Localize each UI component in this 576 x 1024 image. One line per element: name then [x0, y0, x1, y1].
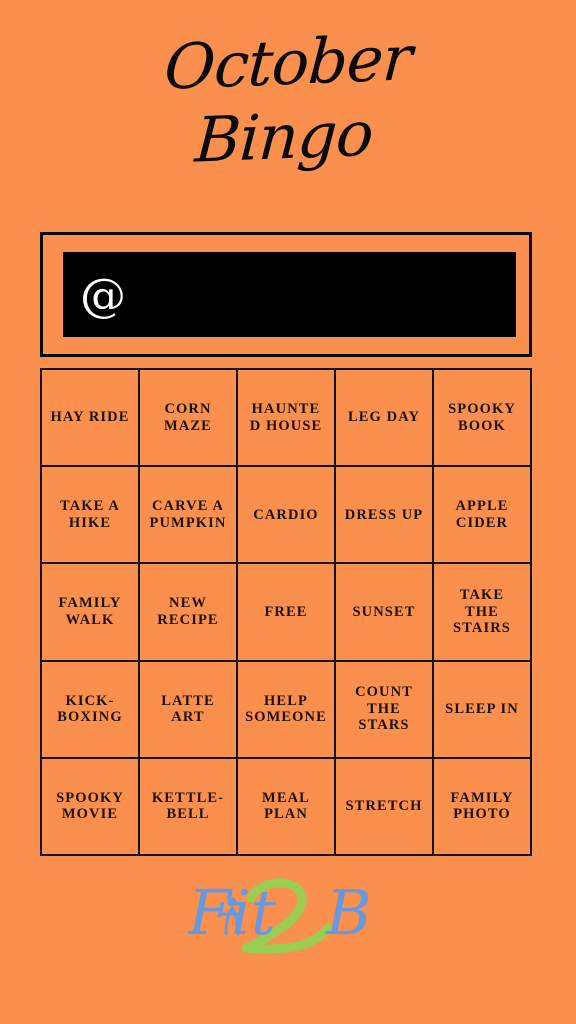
bingo-cell[interactable]: KICK- BOXING — [42, 661, 140, 759]
bingo-cell-label: SPOOKY MOVIE — [56, 789, 124, 823]
at-icon: @ — [80, 268, 126, 322]
bingo-cell[interactable]: HAUNTE D HOUSE — [238, 370, 336, 468]
bingo-cell[interactable]: LATTE ART — [140, 661, 238, 759]
title-line-bingo: Bingo — [192, 96, 376, 177]
bingo-cell[interactable]: LEG DAY — [336, 370, 434, 468]
brand-logo-fit2b: Fit B — [188, 872, 388, 958]
bingo-cell-label: HELP SOMEONE — [245, 692, 327, 726]
bingo-cell[interactable]: FAMILY PHOTO — [434, 758, 532, 856]
bingo-cell[interactable]: APPLE CIDER — [434, 467, 532, 565]
bingo-cell-label: FREE — [264, 603, 308, 620]
bingo-cell[interactable]: SPOOKY MOVIE — [42, 758, 140, 856]
bingo-cell[interactable]: FAMILY WALK — [42, 564, 140, 662]
bingo-cell[interactable]: HAY RIDE — [42, 370, 140, 468]
bingo-cell[interactable]: KETTLE- BELL — [140, 758, 238, 856]
title-line-october: October — [162, 21, 414, 104]
handle-input-value[interactable] — [140, 268, 500, 322]
bingo-cell-label: COUNT THE STARS — [355, 684, 413, 734]
bingo-cell[interactable]: CORN MAZE — [140, 370, 238, 468]
bingo-cell-label: APPLE CIDER — [455, 498, 509, 531]
bingo-grid: HAY RIDE CORN MAZE HAUNTE D HOUSE LEG DAY SP… — [40, 368, 532, 856]
bingo-cell-label: DRESS UP — [344, 506, 424, 523]
bingo-cell-label: SLEEP IN — [445, 700, 519, 717]
bingo-cell[interactable]: MEAL PLAN — [238, 758, 336, 856]
bingo-cell-label: TAKE THE STAIRS — [453, 587, 511, 637]
bingo-cell-label: CARVE A PUMPKIN — [149, 498, 227, 531]
page-title: October Bingo — [0, 21, 576, 177]
bingo-cell-label: STRETCH — [345, 798, 423, 815]
bingo-cell[interactable]: TAKE A HIKE — [42, 467, 140, 565]
bingo-cell[interactable]: SPOOKY BOOK — [434, 370, 532, 468]
bingo-cell-label: SPOOKY BOOK — [448, 401, 516, 434]
bingo-cell-label: TAKE A HIKE — [60, 498, 120, 531]
bingo-cell-label: NEW RECIPE — [157, 595, 219, 628]
bingo-card-page: October Bingo @ HAY RIDE CORN MAZE HAUNTE … — [0, 0, 576, 1024]
bingo-cell-label: KETTLE- BELL — [151, 789, 225, 823]
bingo-cell[interactable]: SUNSET — [336, 564, 434, 662]
bingo-cell-label: FAMILY PHOTO — [450, 789, 514, 823]
bingo-cell[interactable]: COUNT THE STARS — [336, 661, 434, 759]
bingo-cell-label: LATTE ART — [161, 692, 215, 726]
bingo-cell[interactable]: CARDIO — [238, 467, 336, 565]
bingo-cell[interactable]: SLEEP IN — [434, 661, 532, 759]
bingo-cell-label: KICK- BOXING — [57, 692, 123, 726]
bingo-cell-label: CORN MAZE — [164, 401, 212, 434]
bingo-cell[interactable]: TAKE THE STAIRS — [434, 564, 532, 662]
bingo-cell[interactable]: CARVE A PUMPKIN — [140, 467, 238, 565]
bingo-cell[interactable]: STRETCH — [336, 758, 434, 856]
bingo-cell-label: CARDIO — [253, 506, 319, 523]
bingo-cell[interactable]: NEW RECIPE — [140, 564, 238, 662]
bingo-cell-label: SUNSET — [352, 603, 416, 620]
bingo-cell[interactable]: FREE — [238, 564, 336, 662]
bingo-cell-label: LEG DAY — [347, 409, 421, 426]
bingo-cell-label: HAY RIDE — [50, 409, 130, 426]
logo-text-b: B — [325, 876, 372, 949]
bingo-cell-label: HAUNTE D HOUSE — [249, 401, 323, 434]
bingo-cell-label: FAMILY WALK — [58, 595, 122, 628]
bingo-cell[interactable]: HELP SOMEONE — [238, 661, 336, 759]
bingo-cell[interactable]: DRESS UP — [336, 467, 434, 565]
bingo-cell-label: MEAL PLAN — [262, 789, 310, 823]
